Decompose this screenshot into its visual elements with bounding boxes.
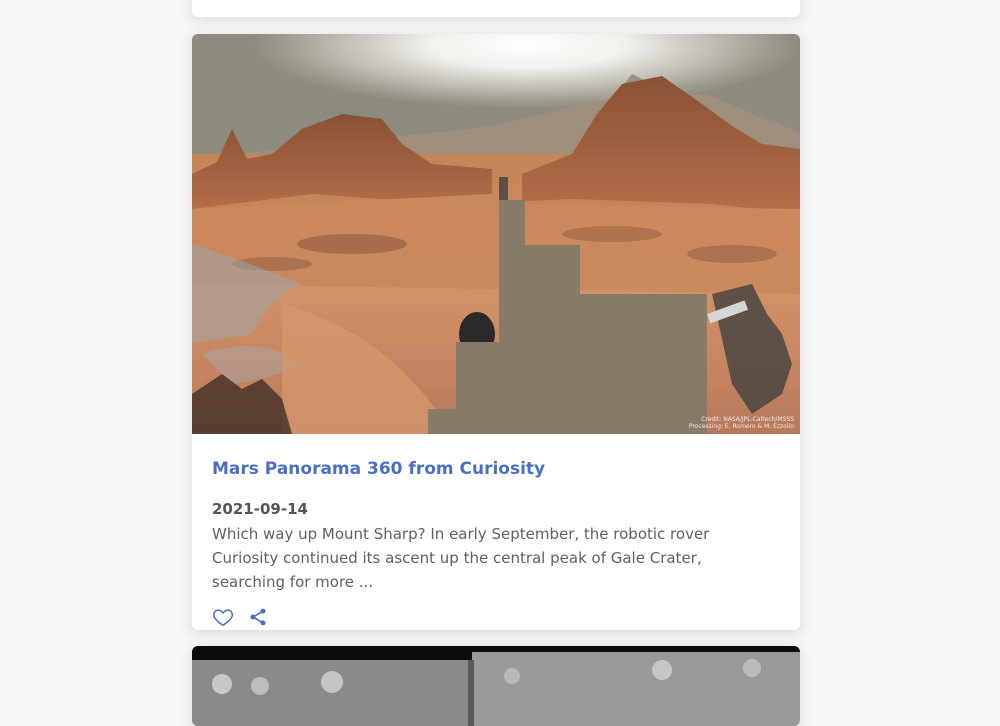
post-image[interactable]: Credit: NASA/JPL-Caltech/MSSS Processing…: [192, 34, 800, 434]
post-actions: [212, 606, 780, 628]
heart-outline-icon[interactable]: [212, 606, 234, 628]
previous-post-card: [192, 0, 800, 17]
post-date: 2021-09-14: [212, 500, 308, 518]
post-excerpt: Which way up Mount Sharp? In early Septe…: [212, 525, 710, 591]
mars-panorama-image: [192, 34, 800, 434]
post-card: Credit: NASA/JPL-Caltech/MSSS Processing…: [192, 34, 800, 630]
post-title[interactable]: Mars Panorama 360 from Curiosity: [212, 458, 780, 480]
next-post-card: [192, 646, 800, 726]
image-credit: Credit: NASA/JPL-Caltech/MSSS Processing…: [688, 416, 794, 430]
share-icon[interactable]: [248, 607, 268, 627]
next-post-image[interactable]: [192, 646, 800, 726]
